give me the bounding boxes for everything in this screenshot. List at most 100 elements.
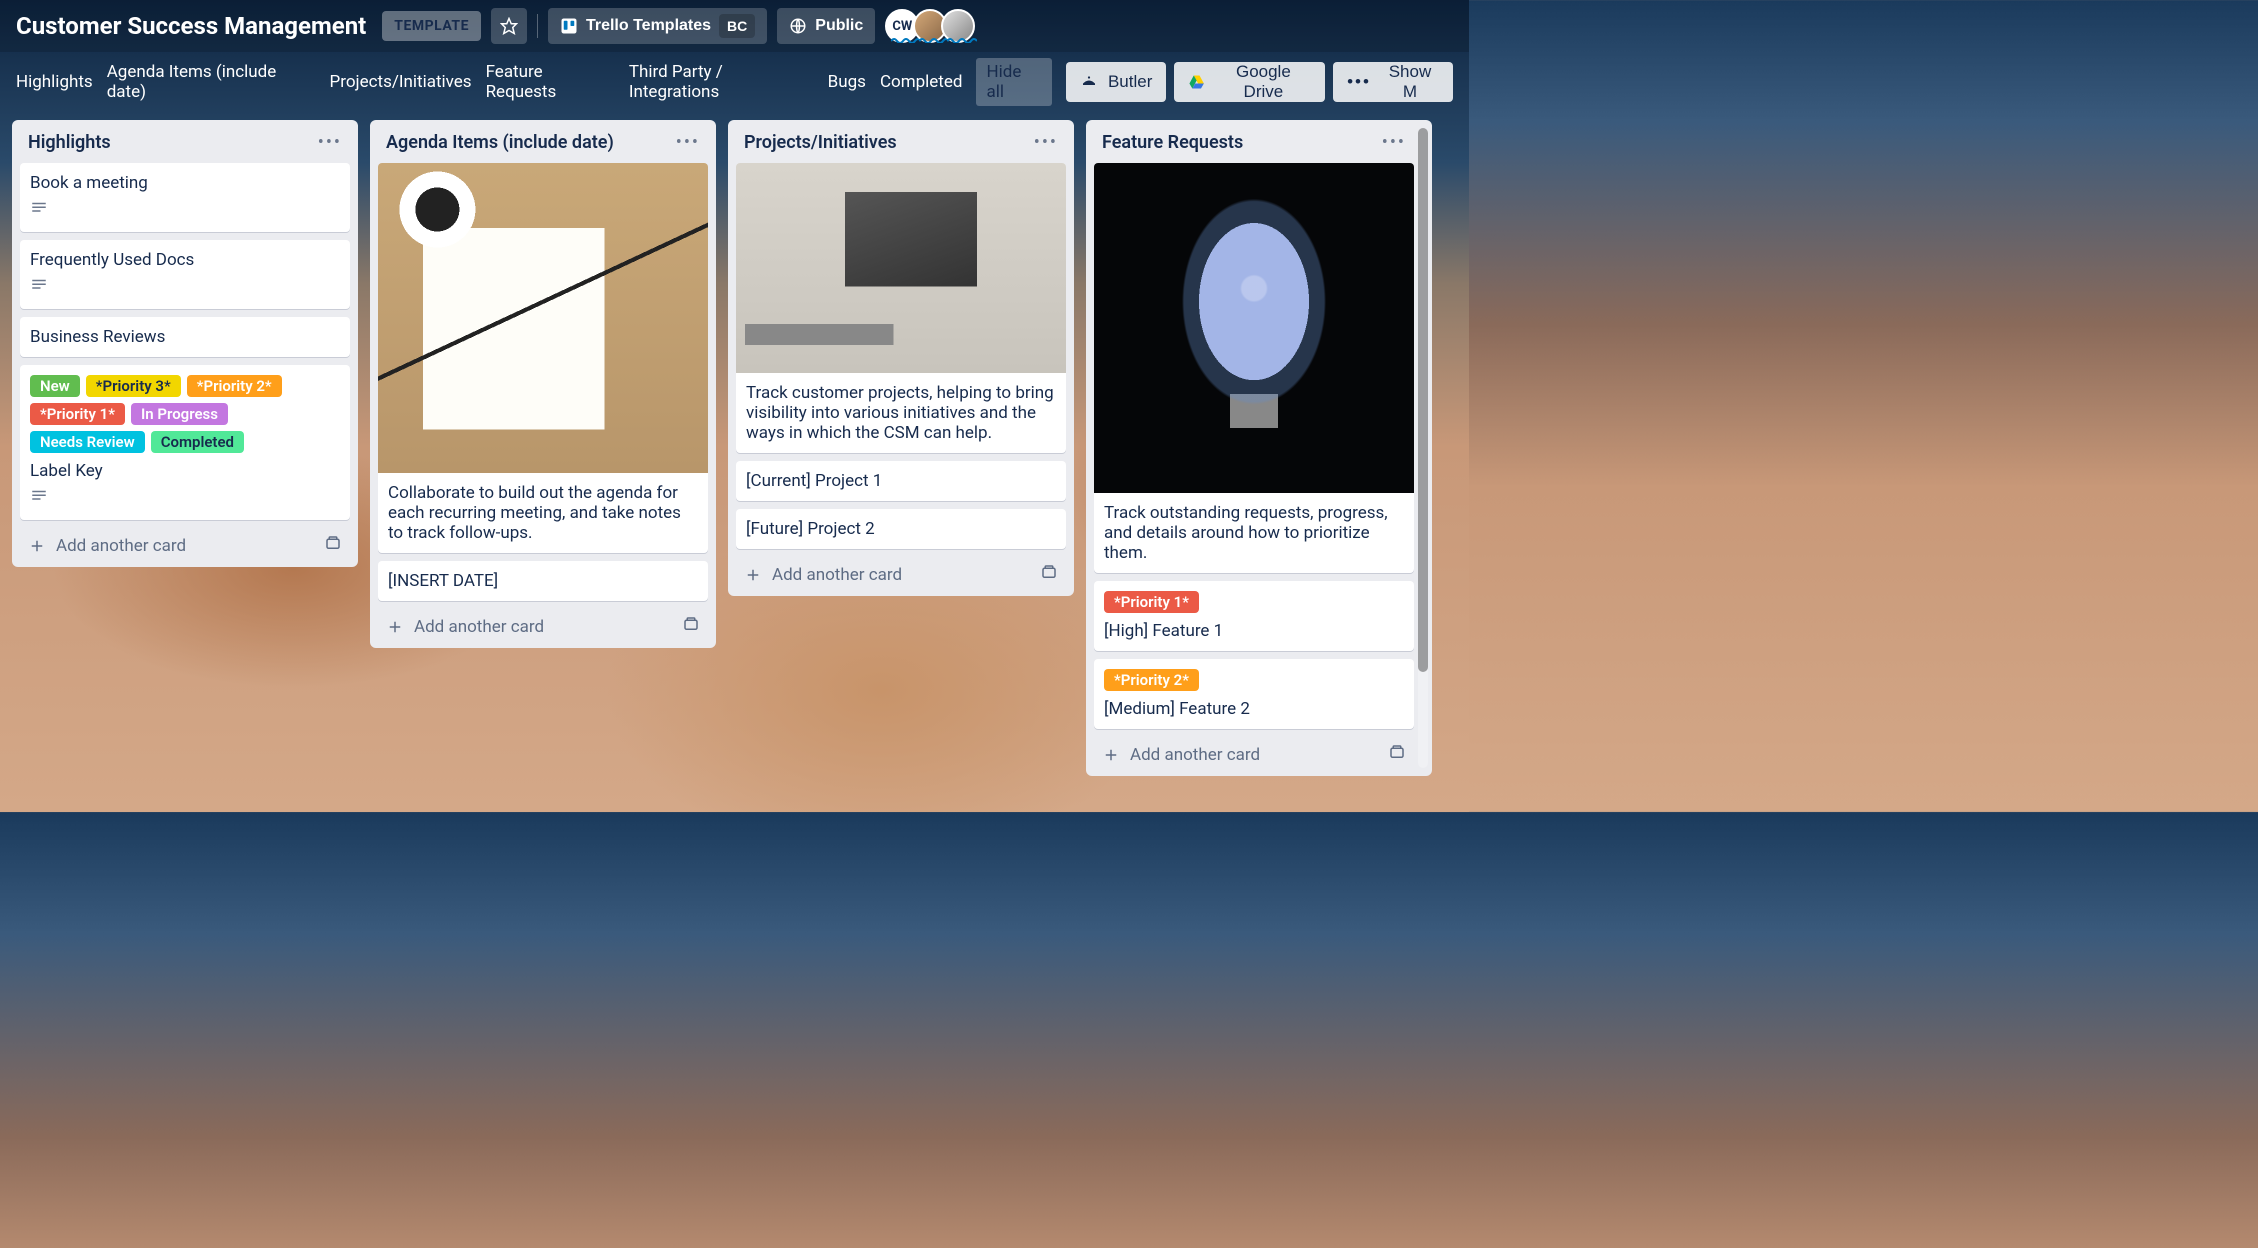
divider bbox=[537, 14, 538, 38]
plus-icon bbox=[1102, 746, 1120, 764]
board-title[interactable]: Customer Success Management bbox=[16, 12, 366, 40]
list-menu-button[interactable]: ••• bbox=[676, 132, 700, 153]
workspace-button[interactable]: Trello Templates BC bbox=[548, 8, 767, 44]
card[interactable]: *Priority 1* [High] Feature 1 bbox=[1094, 581, 1414, 651]
star-icon bbox=[500, 17, 518, 35]
list-feature-requests: Feature Requests ••• Track outstanding r… bbox=[1086, 120, 1432, 776]
workspace-initials: BC bbox=[719, 14, 755, 38]
description-icon bbox=[30, 276, 340, 299]
label-priority-2[interactable]: *Priority 2* bbox=[187, 375, 282, 397]
filter-link[interactable]: Agenda Items (include date) bbox=[107, 62, 316, 102]
add-card-label: Add another card bbox=[1130, 745, 1260, 765]
card-title: Label Key bbox=[30, 461, 340, 481]
card-template-button[interactable] bbox=[324, 534, 342, 557]
label-priority-1[interactable]: *Priority 1* bbox=[30, 403, 125, 425]
hide-all-button[interactable]: Hide all bbox=[976, 58, 1051, 106]
card-title: Collaborate to build out the agenda for … bbox=[388, 483, 698, 543]
label-in-progress[interactable]: In Progress bbox=[131, 403, 228, 425]
template-icon bbox=[682, 615, 700, 633]
card[interactable]: Track outstanding requests, progress, an… bbox=[1094, 163, 1414, 573]
list-scrollbar[interactable] bbox=[1418, 128, 1428, 768]
add-card-button[interactable]: Add another card bbox=[28, 536, 186, 556]
google-drive-label: Google Drive bbox=[1216, 62, 1311, 102]
card-title: Frequently Used Docs bbox=[30, 250, 340, 270]
avatar[interactable] bbox=[941, 9, 975, 43]
list-menu-button[interactable]: ••• bbox=[1382, 132, 1406, 153]
add-card-label: Add another card bbox=[56, 536, 186, 556]
filter-link[interactable]: Completed bbox=[880, 72, 963, 92]
card-template-button[interactable] bbox=[682, 615, 700, 638]
scrollbar-thumb[interactable] bbox=[1418, 128, 1428, 672]
butler-icon bbox=[1080, 73, 1098, 91]
board-canvas[interactable]: Highlights ••• Book a meeting Frequently… bbox=[0, 120, 1469, 788]
label-priority-2[interactable]: *Priority 2* bbox=[1104, 669, 1199, 691]
card-title: Track customer projects, helping to brin… bbox=[746, 383, 1056, 443]
visibility-button[interactable]: Public bbox=[777, 8, 875, 44]
member-avatars[interactable]: CW bbox=[885, 9, 975, 43]
card-template-button[interactable] bbox=[1388, 743, 1406, 766]
card-title: [INSERT DATE] bbox=[388, 571, 698, 591]
card[interactable]: Frequently Used Docs bbox=[20, 240, 350, 309]
card[interactable]: Business Reviews bbox=[20, 317, 350, 357]
list-title[interactable]: Feature Requests bbox=[1102, 132, 1243, 153]
card-template-button[interactable] bbox=[1040, 563, 1058, 586]
workspace-name: Trello Templates bbox=[586, 17, 711, 35]
list-title[interactable]: Highlights bbox=[28, 132, 111, 153]
card-cover-image bbox=[1094, 163, 1414, 493]
plus-icon bbox=[28, 537, 46, 555]
card[interactable]: New *Priority 3* *Priority 2* *Priority … bbox=[20, 365, 350, 520]
list-highlights: Highlights ••• Book a meeting Frequently… bbox=[12, 120, 358, 567]
list-filter-bar: Highlights Agenda Items (include date) P… bbox=[0, 52, 1469, 120]
list-agenda-items: Agenda Items (include date) ••• Collabor… bbox=[370, 120, 716, 648]
google-drive-button[interactable]: Google Drive bbox=[1174, 62, 1325, 102]
show-menu-button[interactable]: ••• Show M bbox=[1333, 62, 1453, 102]
card[interactable]: [INSERT DATE] bbox=[378, 561, 708, 601]
add-card-button[interactable]: Add another card bbox=[1102, 745, 1260, 765]
globe-icon bbox=[789, 17, 807, 35]
filter-link[interactable]: Feature Requests bbox=[486, 62, 615, 102]
butler-button[interactable]: Butler bbox=[1066, 62, 1166, 102]
avatar-initials: CW bbox=[892, 19, 912, 34]
ellipsis-icon: ••• bbox=[1347, 72, 1371, 92]
template-icon bbox=[1388, 743, 1406, 761]
label-completed[interactable]: Completed bbox=[151, 431, 244, 453]
label-priority-3[interactable]: *Priority 3* bbox=[86, 375, 181, 397]
template-icon bbox=[324, 534, 342, 552]
card-title: [Current] Project 1 bbox=[746, 471, 1056, 491]
card[interactable]: Book a meeting bbox=[20, 163, 350, 232]
label-priority-1[interactable]: *Priority 1* bbox=[1104, 591, 1199, 613]
card-title: Book a meeting bbox=[30, 173, 340, 193]
card-labels: New *Priority 3* *Priority 2* *Priority … bbox=[30, 375, 340, 453]
card[interactable]: [Future] Project 2 bbox=[736, 509, 1066, 549]
card[interactable]: Track customer projects, helping to brin… bbox=[736, 163, 1066, 453]
filter-link[interactable]: Projects/Initiatives bbox=[330, 72, 472, 92]
description-icon bbox=[30, 199, 340, 222]
card-title: [Medium] Feature 2 bbox=[1104, 699, 1404, 719]
list-menu-button[interactable]: ••• bbox=[1034, 132, 1058, 153]
filter-link[interactable]: Highlights bbox=[16, 72, 93, 92]
template-badge[interactable]: TEMPLATE bbox=[382, 11, 481, 41]
trello-logo-icon bbox=[560, 17, 578, 35]
butler-label: Butler bbox=[1108, 72, 1152, 92]
list-title[interactable]: Agenda Items (include date) bbox=[386, 132, 614, 153]
plus-icon bbox=[744, 566, 762, 584]
card[interactable]: Collaborate to build out the agenda for … bbox=[378, 163, 708, 553]
card[interactable]: [Current] Project 1 bbox=[736, 461, 1066, 501]
card-labels: *Priority 2* bbox=[1104, 669, 1404, 691]
card-title: [High] Feature 1 bbox=[1104, 621, 1404, 641]
label-new[interactable]: New bbox=[30, 375, 80, 397]
card-cover-image bbox=[378, 163, 708, 473]
add-card-button[interactable]: Add another card bbox=[744, 565, 902, 585]
list-projects-initiatives: Projects/Initiatives ••• Track customer … bbox=[728, 120, 1074, 596]
google-drive-icon bbox=[1188, 73, 1205, 91]
label-needs-review[interactable]: Needs Review bbox=[30, 431, 145, 453]
card[interactable]: *Priority 2* [Medium] Feature 2 bbox=[1094, 659, 1414, 729]
list-menu-button[interactable]: ••• bbox=[318, 132, 342, 153]
add-card-label: Add another card bbox=[772, 565, 902, 585]
filter-link[interactable]: Third Party / Integrations bbox=[629, 62, 814, 102]
add-card-button[interactable]: Add another card bbox=[386, 617, 544, 637]
list-title[interactable]: Projects/Initiatives bbox=[744, 132, 897, 153]
card-title: Business Reviews bbox=[30, 327, 340, 347]
filter-link[interactable]: Bugs bbox=[828, 72, 866, 92]
star-button[interactable] bbox=[491, 8, 527, 44]
